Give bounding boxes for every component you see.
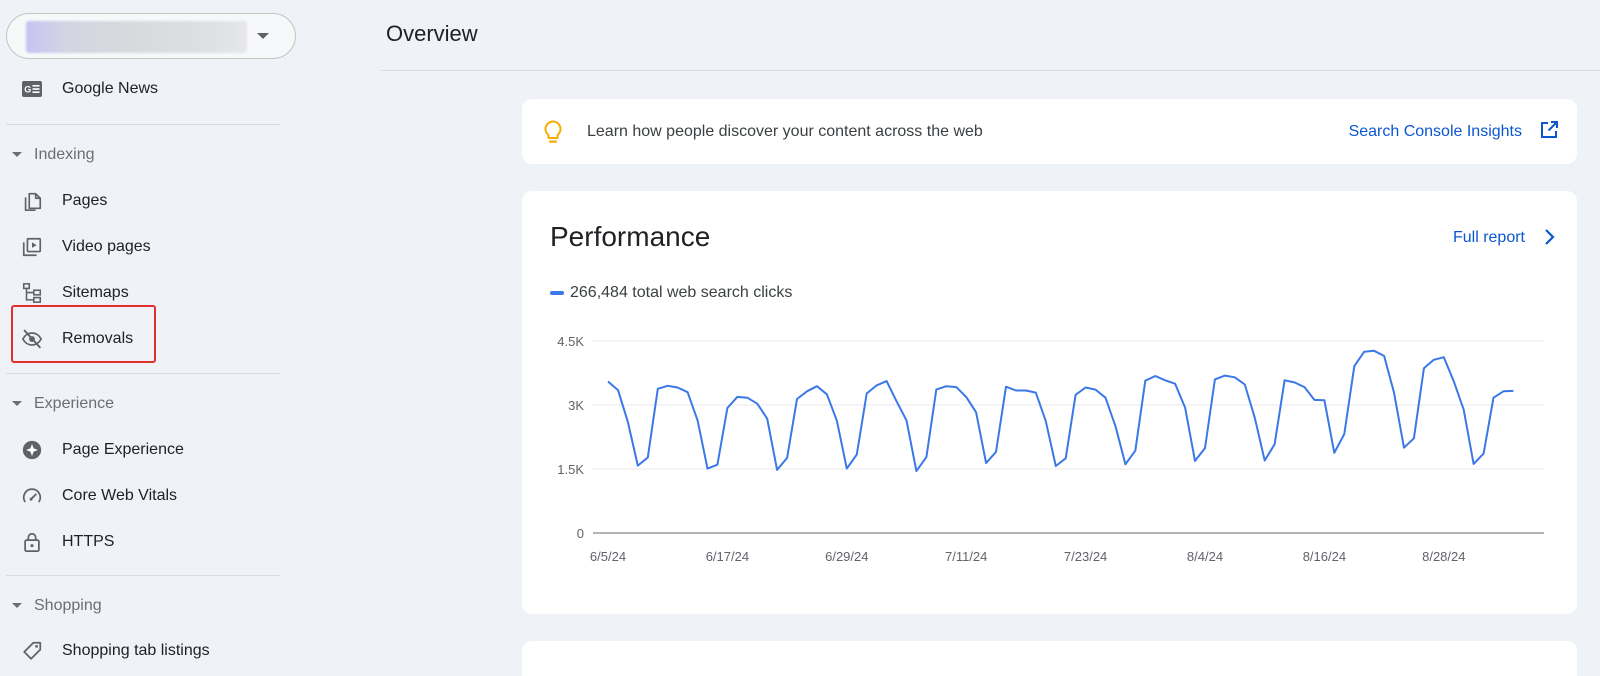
caret-down-icon[interactable] [257, 33, 269, 39]
section-experience[interactable]: Experience [0, 387, 280, 421]
sidebar-item-label: Sitemaps [62, 284, 129, 301]
insights-banner: Learn how people discover your content a… [522, 99, 1577, 164]
divider [381, 70, 1600, 71]
section-label: Experience [34, 395, 115, 412]
tag-icon [20, 639, 44, 663]
sidebar-item-label: Page Experience [62, 441, 184, 458]
y-tick-label: 3K [568, 398, 584, 413]
video-pages-icon [20, 235, 44, 259]
y-tick-label: 1.5K [557, 462, 584, 477]
search-console-insights-link[interactable]: Search Console Insights [1349, 123, 1522, 141]
caret-down-icon [12, 603, 22, 608]
section-label: Shopping [34, 597, 102, 614]
sitemap-icon [20, 281, 44, 305]
sidebar-item-sitemaps[interactable]: Sitemaps [0, 273, 280, 313]
sidebar-item-label: Google News [62, 80, 159, 97]
google-news-icon: G [20, 77, 44, 101]
caret-down-icon [12, 401, 22, 406]
x-tick-label: 7/11/24 [945, 549, 987, 564]
x-tick-label: 7/23/24 [1064, 549, 1107, 564]
section-label: Indexing [34, 146, 95, 163]
pages-icon [20, 189, 44, 213]
x-tick-label: 8/28/24 [1422, 549, 1465, 564]
open-in-new-icon[interactable] [1539, 120, 1559, 145]
sidebar-item-label: Removals [62, 330, 134, 347]
insights-text: Learn how people discover your content a… [587, 123, 983, 140]
divider [6, 373, 280, 374]
sidebar-item-video-pages[interactable]: Video pages [0, 227, 280, 267]
section-indexing[interactable]: Indexing [0, 138, 280, 172]
page-title: Overview [386, 21, 478, 46]
sidebar-item-shopping-tab-listings[interactable]: Shopping tab listings [0, 631, 280, 671]
lock-icon [20, 530, 44, 554]
sidebar-item-page-experience[interactable]: Page Experience [0, 430, 280, 470]
y-tick-label: 0 [577, 526, 584, 541]
x-tick-label: 6/17/24 [706, 549, 749, 564]
sidebar-item-label: Core Web Vitals [62, 487, 178, 504]
sidebar-item-pages[interactable]: Pages [0, 181, 280, 221]
property-name-redacted [26, 21, 247, 53]
performance-card: Performance Full report 266,484 total we… [522, 191, 1577, 614]
visibility-off-icon [20, 327, 44, 351]
speed-gauge-icon [20, 484, 44, 508]
caret-down-icon [12, 152, 22, 157]
section-shopping[interactable]: Shopping [0, 589, 280, 623]
sidebar-item-label: Pages [62, 192, 108, 209]
series-line [607, 349, 1514, 473]
x-tick-label: 8/4/24 [1187, 549, 1223, 564]
sidebar-item-label: HTTPS [62, 533, 115, 550]
sidebar-item-label: Shopping tab listings [62, 642, 210, 659]
sidebar-item-google-news[interactable]: G Google News [0, 69, 280, 109]
divider [6, 124, 280, 125]
svg-text:G: G [24, 85, 31, 95]
lightbulb-icon [542, 119, 564, 150]
y-tick-label: 4.5K [557, 334, 584, 349]
next-card [522, 641, 1577, 676]
sidebar-item-removals[interactable]: Removals [0, 319, 280, 359]
sidebar: G Google News Indexing Pages Video pages… [0, 0, 300, 676]
x-tick-label: 6/5/24 [590, 549, 626, 564]
clicks-line-chart: 0 1.5K 3K 4.5K 6/5/24 6/17/24 6/29/24 7/11/24 7/… [557, 334, 1544, 564]
divider [6, 575, 280, 576]
property-selector[interactable] [6, 13, 296, 59]
x-tick-label: 8/16/24 [1303, 549, 1346, 564]
sidebar-item-label: Video pages [62, 238, 151, 255]
sidebar-item-core-web-vitals[interactable]: Core Web Vitals [0, 476, 280, 516]
sidebar-item-https[interactable]: HTTPS [0, 522, 280, 562]
x-tick-label: 6/29/24 [825, 549, 868, 564]
page-experience-icon [20, 438, 44, 462]
